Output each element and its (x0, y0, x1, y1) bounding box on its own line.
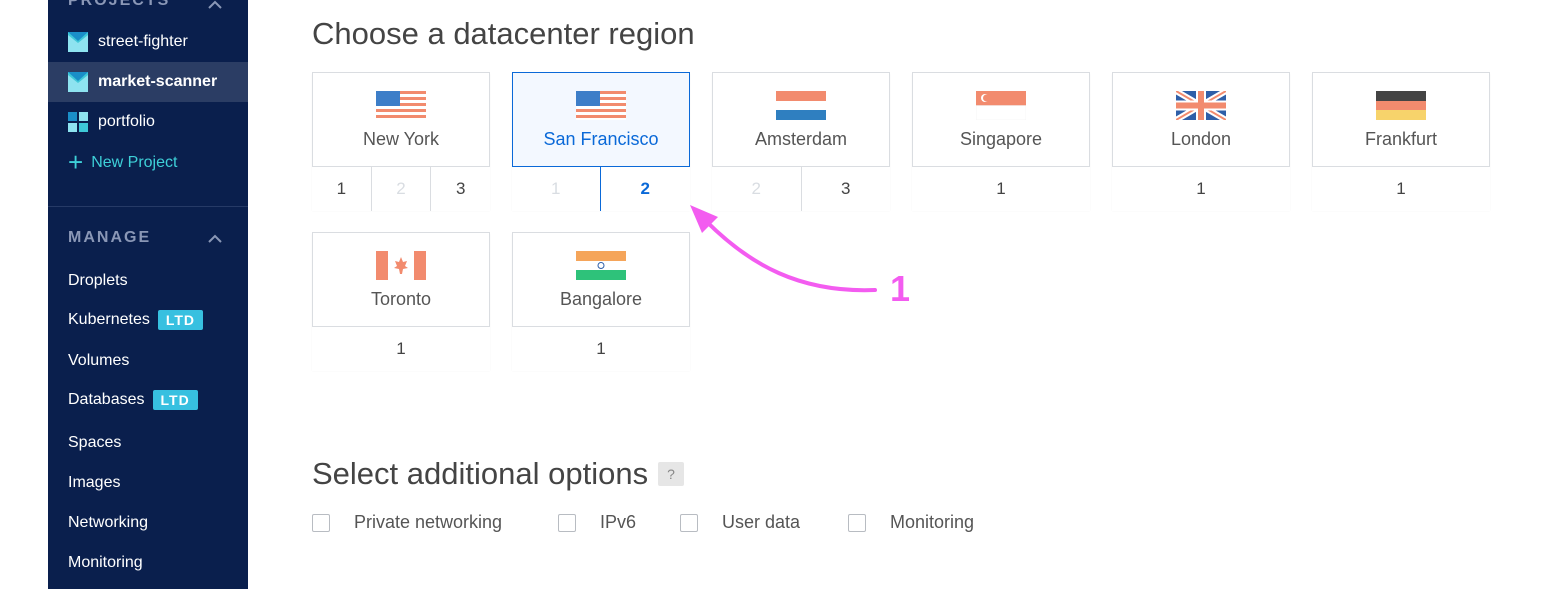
ltd-badge: LTD (152, 390, 198, 410)
option-monitoring[interactable]: Monitoring (848, 512, 974, 533)
projects-section-header[interactable]: PROJECTS (68, 0, 222, 10)
region-card-toronto[interactable]: Toronto 1 (312, 232, 490, 371)
options-title-text: Select additional options (312, 456, 649, 491)
chevron-up-icon[interactable] (208, 232, 222, 246)
city-label: Amsterdam (754, 129, 848, 149)
nav-label: Volumes (68, 352, 130, 369)
sidebar-item-images[interactable]: Images (68, 474, 120, 492)
manage-header-label: MANAGE (68, 229, 152, 246)
germany-flag-icon (1376, 91, 1426, 120)
city-label: Bangalore (559, 289, 643, 309)
datacenter-option[interactable]: 1 (312, 327, 490, 371)
region-section-title: Choose a datacenter region (312, 16, 695, 51)
region-card-frankfurt[interactable]: Frankfurt 1 (1312, 72, 1490, 211)
region-card-bangalore[interactable]: Bangalore 1 (512, 232, 690, 371)
nav-label: Images (68, 474, 121, 491)
india-flag-icon (576, 251, 626, 280)
sidebar-item-kubernetes[interactable]: Kubernetes LTD (68, 310, 204, 330)
annotation-arrow-icon (690, 205, 877, 293)
ipv6-checkbox[interactable] (558, 513, 576, 532)
project-icon (68, 72, 88, 92)
help-icon[interactable]: ? (658, 462, 685, 486)
sidebar-item-spaces[interactable]: Spaces (68, 434, 121, 452)
sidebar-item-droplets[interactable]: Droplets (68, 272, 128, 290)
datacenter-number-group: 1 (312, 326, 490, 371)
nav-label: Databases (68, 391, 145, 408)
city-label: New York (362, 129, 440, 149)
datacenter-option-selected[interactable]: 2 (600, 167, 690, 211)
city-label: Singapore (959, 129, 1043, 149)
project-label: street-fighter (98, 33, 188, 50)
nav-label: Droplets (68, 272, 128, 289)
us-flag-icon (376, 91, 426, 120)
nav-label: Spaces (68, 434, 122, 451)
manage-section-header[interactable]: MANAGE (68, 229, 222, 247)
datacenter-number-group: 1 (1312, 166, 1490, 211)
projects-header-label: PROJECTS (68, 0, 171, 9)
region-card-singapore[interactable]: Singapore 1 (912, 72, 1090, 211)
datacenter-number-group: 1 (912, 166, 1090, 211)
nav-label: Kubernetes (68, 311, 150, 328)
option-user-data[interactable]: User data (680, 512, 800, 533)
sidebar-project-street-fighter[interactable]: street-fighter (48, 22, 248, 62)
project-label: portfolio (98, 113, 155, 130)
project-icon (68, 32, 88, 52)
ltd-badge: LTD (157, 310, 204, 330)
nav-label: Networking (68, 514, 149, 531)
datacenter-option: 2 (370, 167, 431, 211)
option-label: Monitoring (890, 512, 975, 532)
datacenter-number-group: 1 2 3 (312, 166, 491, 211)
sidebar-item-networking[interactable]: Networking (68, 514, 148, 532)
annotation-label: 1 (890, 268, 911, 309)
datacenter-option[interactable]: 1 (1312, 167, 1490, 211)
datacenter-option: 1 (511, 167, 600, 211)
option-label: Private networking (354, 512, 503, 532)
datacenter-option[interactable]: 1 (912, 167, 1090, 211)
city-label: San Francisco (543, 129, 659, 149)
canada-flag-icon (376, 251, 426, 280)
private-networking-checkbox[interactable] (312, 513, 330, 532)
datacenter-number-group: 1 (512, 326, 690, 371)
region-card-new-york[interactable]: New York 1 2 3 (312, 72, 491, 211)
region-card-san-francisco[interactable]: San Francisco 1 2 (511, 72, 690, 211)
option-label: User data (722, 512, 801, 532)
datacenter-option[interactable]: 1 (512, 327, 690, 371)
sidebar-project-market-scanner[interactable]: market-scanner (48, 62, 248, 102)
new-project-label: New Project (91, 154, 178, 171)
sidebar-item-volumes[interactable]: Volumes (68, 352, 129, 370)
netherlands-flag-icon (776, 91, 826, 120)
chevron-up-icon[interactable] (208, 0, 222, 12)
monitoring-checkbox[interactable] (848, 513, 866, 532)
options-section-title: Select additional options ? (312, 456, 685, 492)
region-card-amsterdam[interactable]: Amsterdam 2 3 (712, 72, 890, 211)
city-label: Toronto (370, 289, 432, 309)
city-label: Frankfurt (1364, 129, 1438, 149)
singapore-flag-icon (976, 91, 1026, 120)
option-private-networking[interactable]: Private networking (312, 512, 502, 533)
new-project-link[interactable]: + New Project (48, 143, 248, 183)
sidebar-item-monitoring[interactable]: Monitoring (68, 554, 143, 572)
nav-label: Monitoring (68, 554, 143, 571)
sidebar-divider (48, 206, 248, 207)
datacenter-number-group: 1 (1112, 166, 1290, 211)
datacenter-option[interactable]: 1 (1112, 167, 1290, 211)
project-icon (68, 112, 88, 132)
uk-flag-icon (1176, 91, 1226, 120)
project-label: market-scanner (98, 73, 218, 90)
sidebar-project-portfolio[interactable]: portfolio (48, 102, 248, 142)
sidebar: PROJECTS street-fighter market-scanner p… (48, 0, 248, 589)
region-card-london[interactable]: London 1 (1112, 72, 1290, 211)
option-ipv6[interactable]: IPv6 (558, 512, 636, 533)
city-label: London (1170, 129, 1232, 149)
us-flag-icon (576, 91, 626, 120)
sidebar-item-databases[interactable]: Databases LTD (68, 390, 198, 410)
datacenter-option[interactable]: 3 (430, 167, 491, 211)
datacenter-number-group: 1 2 (511, 166, 690, 211)
datacenter-option[interactable]: 1 (312, 167, 371, 211)
plus-icon: + (68, 146, 84, 177)
user-data-checkbox[interactable] (680, 513, 698, 532)
option-label: IPv6 (600, 512, 637, 532)
